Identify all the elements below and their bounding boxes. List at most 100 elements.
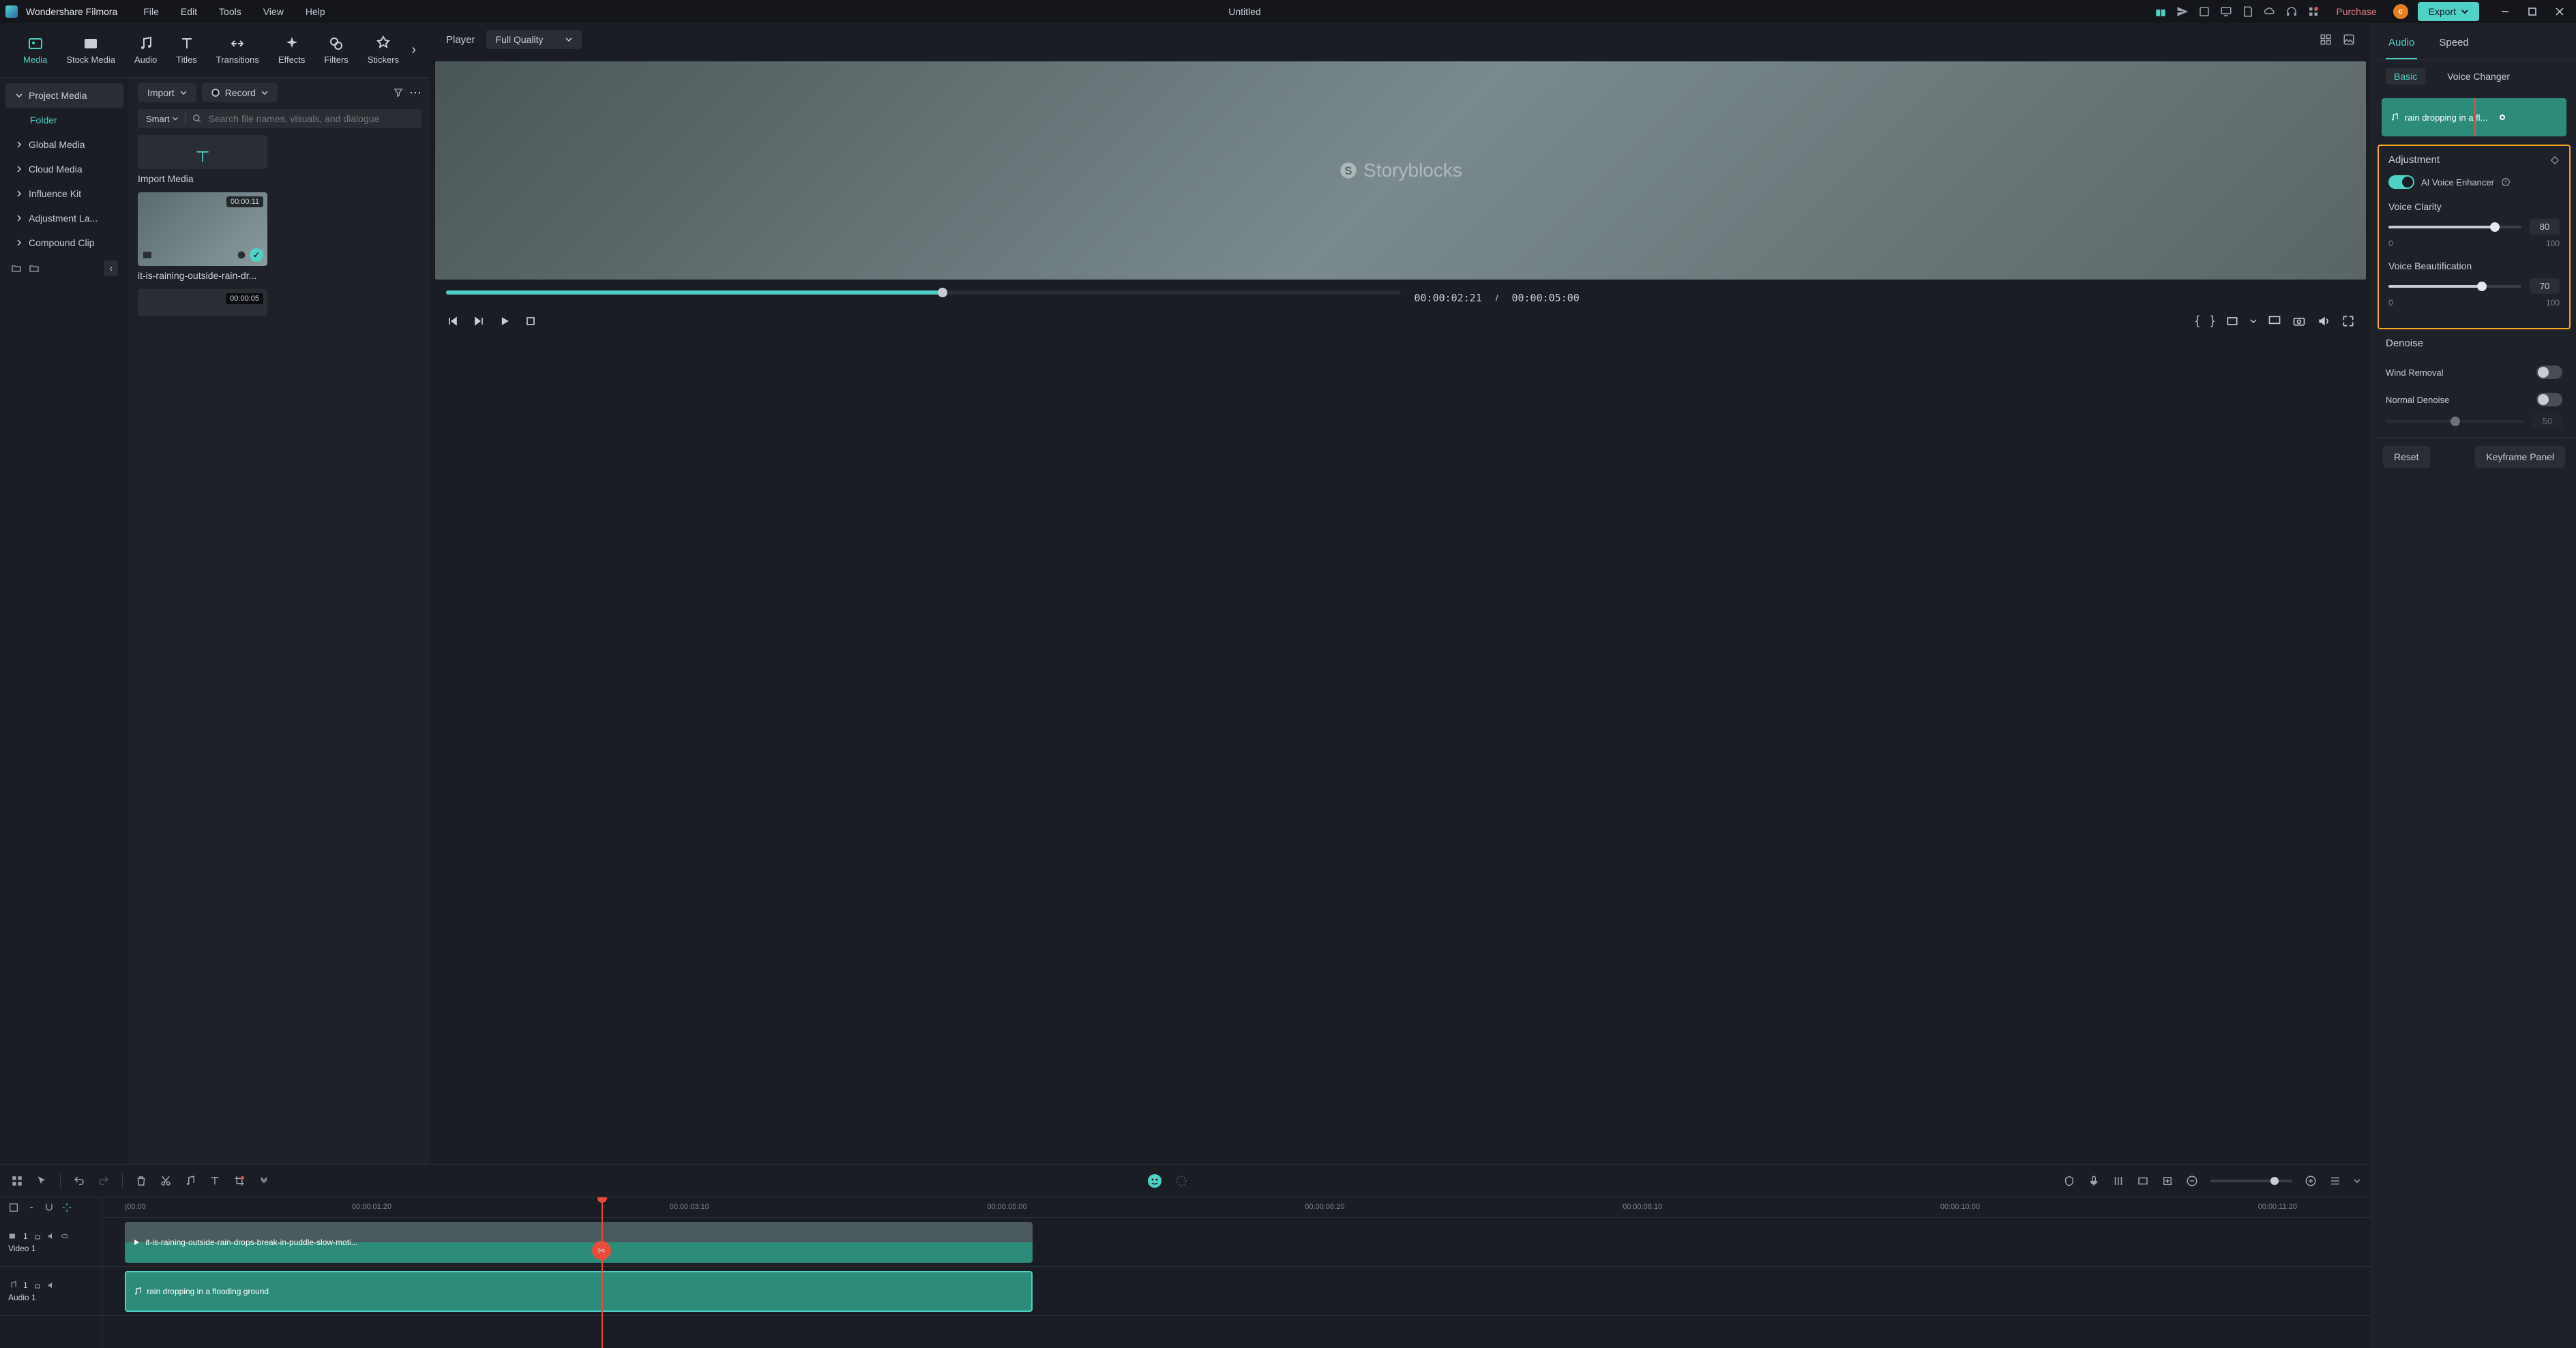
purchase-button[interactable]: Purchase (2329, 3, 2383, 20)
close-button[interactable] (2549, 3, 2571, 20)
play-button[interactable] (498, 314, 512, 328)
media-clip[interactable]: 00:00:11 ✓ (138, 192, 267, 266)
keyframe-marker[interactable] (2500, 115, 2505, 120)
list-view-icon[interactable] (2329, 1175, 2341, 1187)
export-frame-icon[interactable] (2137, 1175, 2149, 1187)
eye-icon[interactable] (61, 1232, 69, 1240)
smart-dropdown[interactable]: Smart (146, 114, 178, 124)
voice-beautification-slider[interactable] (2388, 285, 2521, 288)
more-button[interactable]: ⋯ (409, 86, 421, 100)
save-icon[interactable] (2242, 5, 2254, 18)
tab-effects[interactable]: Effects (269, 30, 315, 70)
user-avatar[interactable]: c (2393, 4, 2408, 19)
zoom-in-icon[interactable] (2305, 1175, 2317, 1187)
render-icon[interactable] (1175, 1175, 1187, 1187)
zoom-slider[interactable] (2210, 1180, 2292, 1182)
send-icon[interactable] (2176, 5, 2189, 18)
mark-out-button[interactable]: } (2210, 314, 2215, 328)
monitor-icon[interactable] (2268, 314, 2281, 328)
import-media-placeholder[interactable]: ┬ (138, 135, 267, 169)
folder-icon[interactable] (29, 263, 40, 274)
audio-clip-chip[interactable]: rain dropping in a fl... (2382, 98, 2566, 136)
sub-tab-basic[interactable]: Basic (2386, 68, 2425, 85)
chevron-down-icon[interactable] (2250, 318, 2257, 325)
tab-audio[interactable]: Audio (125, 30, 166, 70)
scissors-icon[interactable]: ✂ (592, 1241, 611, 1260)
delete-icon[interactable] (135, 1175, 147, 1187)
auto-icon[interactable] (61, 1202, 72, 1213)
playback-progress[interactable] (446, 290, 1401, 295)
keyframe-icon[interactable] (2161, 1175, 2174, 1187)
layout-icon[interactable] (11, 1175, 23, 1187)
playhead[interactable]: ✂ (602, 1197, 603, 1348)
panel-tab-speed[interactable]: Speed (2436, 31, 2471, 59)
maximize-button[interactable] (2521, 3, 2543, 20)
sidebar-folder[interactable]: Folder (5, 108, 123, 132)
track-add-icon[interactable] (8, 1202, 19, 1213)
normal-denoise-toggle[interactable] (2536, 393, 2562, 406)
pointer-icon[interactable] (35, 1175, 48, 1187)
lock-icon[interactable] (33, 1281, 42, 1289)
tab-transitions[interactable]: Transitions (207, 30, 269, 70)
sidebar-global-media[interactable]: Global Media (5, 132, 123, 157)
import-button[interactable]: Import (138, 83, 196, 102)
link-icon[interactable] (26, 1202, 37, 1213)
chevron-down-icon[interactable] (2354, 1178, 2360, 1184)
menu-file[interactable]: File (134, 3, 168, 20)
collapse-sidebar-button[interactable]: ‹ (104, 260, 118, 276)
new-folder-icon[interactable] (11, 263, 22, 274)
video-track-header[interactable]: 1 Video 1 (0, 1218, 102, 1267)
tab-stickers[interactable]: Stickers (358, 30, 409, 70)
help-icon[interactable]: ? (2501, 177, 2511, 187)
volume-icon[interactable] (2317, 314, 2330, 328)
voice-clarity-slider[interactable] (2388, 226, 2521, 228)
magnet-icon[interactable] (44, 1202, 55, 1213)
headphones-icon[interactable] (2285, 5, 2298, 18)
tab-filters[interactable]: Filters (314, 30, 357, 70)
menu-edit[interactable]: Edit (171, 3, 207, 20)
voice-beautification-value[interactable]: 70 (2530, 278, 2560, 294)
keyframe-panel-button[interactable]: Keyframe Panel (2475, 446, 2565, 468)
filter-icon[interactable] (393, 87, 404, 98)
text-icon[interactable] (209, 1175, 221, 1187)
next-frame-button[interactable] (472, 314, 486, 328)
wind-removal-toggle[interactable] (2536, 365, 2562, 379)
audio-clip[interactable]: rain dropping in a flooding ground (125, 1271, 1033, 1312)
ai-voice-enhancer-toggle[interactable] (2388, 175, 2414, 189)
voiceover-icon[interactable] (2088, 1175, 2100, 1187)
gift-icon[interactable] (2155, 5, 2167, 18)
video-clip[interactable]: it-is-raining-outside-rain-drops-break-i… (125, 1222, 1033, 1263)
audio-mixer-icon[interactable] (2112, 1175, 2125, 1187)
stop-button[interactable] (524, 314, 537, 328)
mute-icon[interactable] (47, 1281, 55, 1289)
menu-help[interactable]: Help (296, 3, 335, 20)
sidebar-cloud-media[interactable]: Cloud Media (5, 157, 123, 181)
lock-icon[interactable] (33, 1232, 42, 1240)
audio-track-header[interactable]: 1 Audio 1 (0, 1267, 102, 1316)
audio-track[interactable]: rain dropping in a flooding ground (102, 1267, 2371, 1316)
notes-icon[interactable] (2198, 5, 2210, 18)
timeline-ruler[interactable]: |00:00 00:00:01:20 00:00:03:10 00:00:05:… (102, 1197, 2371, 1218)
desktop-icon[interactable] (2220, 5, 2232, 18)
sidebar-compound-clip[interactable]: Compound Clip (5, 230, 123, 255)
video-track[interactable]: it-is-raining-outside-rain-drops-break-i… (102, 1218, 2371, 1267)
tab-media[interactable]: Media (14, 30, 57, 70)
zoom-out-icon[interactable] (2186, 1175, 2198, 1187)
mark-in-button[interactable]: { (2195, 314, 2200, 328)
tabs-more-button[interactable]: › (411, 42, 416, 58)
cut-icon[interactable] (160, 1175, 172, 1187)
media-clip[interactable]: 00:00:05 (138, 289, 267, 316)
tab-titles[interactable]: Titles (166, 30, 207, 70)
panel-tab-audio[interactable]: Audio (2386, 31, 2417, 59)
menu-view[interactable]: View (254, 3, 293, 20)
sub-tab-voice-changer[interactable]: Voice Changer (2439, 68, 2518, 85)
snapshot-icon[interactable] (2292, 314, 2306, 328)
sidebar-influence-kit[interactable]: Influence Kit (5, 181, 123, 206)
search-input[interactable] (209, 113, 413, 124)
video-preview[interactable]: S Storyblocks (435, 61, 2366, 280)
redo-icon[interactable] (98, 1175, 110, 1187)
ratio-icon[interactable] (2225, 314, 2239, 328)
minimize-button[interactable] (2494, 3, 2516, 20)
menu-tools[interactable]: Tools (209, 3, 251, 20)
sidebar-adjustment-layer[interactable]: Adjustment La... (5, 206, 123, 230)
